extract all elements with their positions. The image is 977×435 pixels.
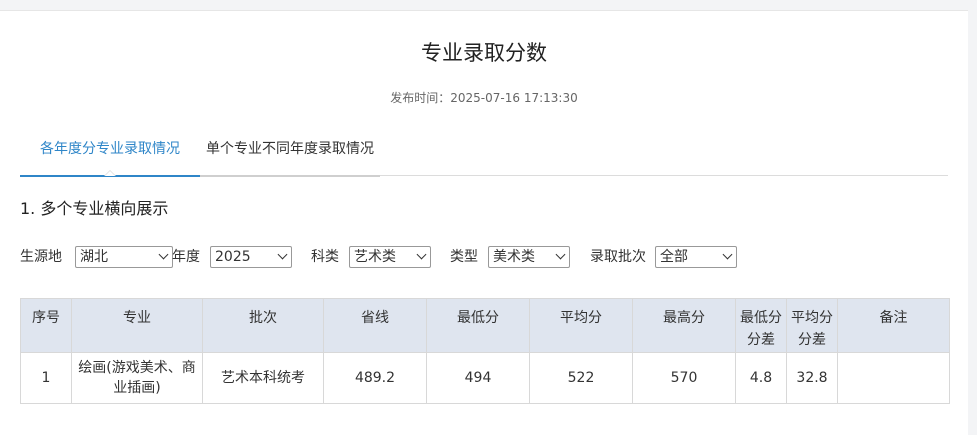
col-header-province-line: 省线	[323, 298, 427, 353]
tab-label: 各年度分专业录取情况	[40, 141, 180, 157]
type-select-value: 美术类	[493, 249, 535, 265]
cell-avg-score: 522	[529, 352, 633, 404]
publish-time: 发布时间：2025-07-16 17:13:30	[390, 91, 578, 105]
chevron-down-icon	[722, 249, 733, 260]
cell-remarks	[837, 352, 950, 404]
category-select-value: 艺术类	[354, 249, 396, 265]
col-header-min-score: 最低分	[426, 298, 530, 353]
origin-select[interactable]: 湖北	[75, 246, 173, 268]
filter-label-category: 科类	[311, 249, 339, 265]
origin-select-value: 湖北	[80, 249, 108, 265]
col-header-avg-score: 平均分	[529, 298, 633, 353]
col-header-batch: 批次	[202, 298, 324, 353]
cell-batch: 艺术本科统考	[202, 352, 324, 404]
section-title: 1. 多个专业横向展示	[20, 199, 169, 218]
cell-min-score: 494	[426, 352, 530, 404]
active-tab-caret-icon	[104, 170, 116, 176]
col-header-avg-diff: 平均分分差	[786, 298, 838, 353]
col-header-remarks: 备注	[837, 298, 950, 353]
cell-major: 绘画(游戏美术、商业插画)	[71, 352, 203, 404]
table-row: 1 绘画(游戏美术、商业插画) 艺术本科统考 489.2 494 522 570…	[20, 352, 950, 404]
year-select[interactable]: 2025	[210, 246, 292, 268]
tab-single-major-by-year[interactable]: 单个专业不同年度录取情况	[200, 131, 380, 177]
col-header-max-score: 最高分	[632, 298, 736, 353]
cell-max-score: 570	[632, 352, 736, 404]
chevron-down-icon	[158, 249, 169, 260]
type-select[interactable]: 美术类	[488, 246, 570, 268]
table-header-row: 序号 专业 批次 省线 最低分 平均分 最高分 最低分分差 平均分分差 备注	[20, 298, 950, 353]
filter-label-batch: 录取批次	[590, 249, 646, 265]
cell-province-line: 489.2	[323, 352, 427, 404]
chevron-down-icon	[555, 249, 566, 260]
admission-score-table: 序号 专业 批次 省线 最低分 平均分 最高分 最低分分差 平均分分差 备注 1…	[20, 298, 950, 404]
year-select-value: 2025	[215, 249, 251, 265]
category-select[interactable]: 艺术类	[349, 246, 431, 268]
tab-bar: 各年度分专业录取情况 单个专业不同年度录取情况	[20, 131, 948, 177]
batch-select-value: 全部	[660, 249, 688, 265]
col-header-major: 专业	[71, 298, 203, 353]
filter-label-year: 年度	[172, 249, 200, 265]
col-header-index: 序号	[20, 298, 72, 353]
cell-avg-diff: 32.8	[786, 352, 838, 404]
chevron-down-icon	[277, 249, 288, 260]
col-header-min-diff: 最低分分差	[735, 298, 787, 353]
filter-label-origin: 生源地	[20, 249, 62, 265]
batch-select[interactable]: 全部	[655, 246, 737, 268]
tab-label: 单个专业不同年度录取情况	[206, 141, 374, 157]
cell-index: 1	[20, 352, 72, 404]
filter-label-type: 类型	[450, 249, 478, 265]
page-title: 专业录取分数	[421, 41, 547, 65]
chevron-down-icon	[416, 249, 427, 260]
tab-yearly-by-major[interactable]: 各年度分专业录取情况	[20, 131, 200, 177]
cell-min-diff: 4.8	[735, 352, 787, 404]
